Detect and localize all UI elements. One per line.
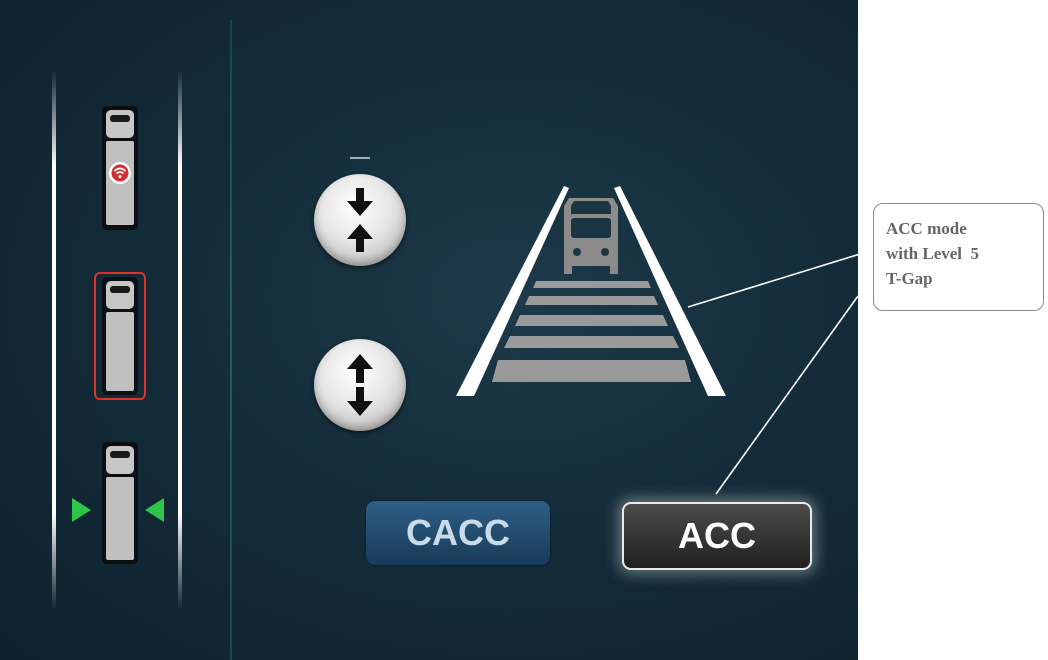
callout-line-1: ACC mode [886, 219, 967, 238]
callout-line-3: T-Gap [886, 269, 933, 288]
callout-line-2: with Level 5 [886, 244, 980, 263]
callout-leader-lines [687, 249, 874, 495]
annotation-callout: ACC mode with Level 5 T-Gap [873, 203, 1044, 311]
